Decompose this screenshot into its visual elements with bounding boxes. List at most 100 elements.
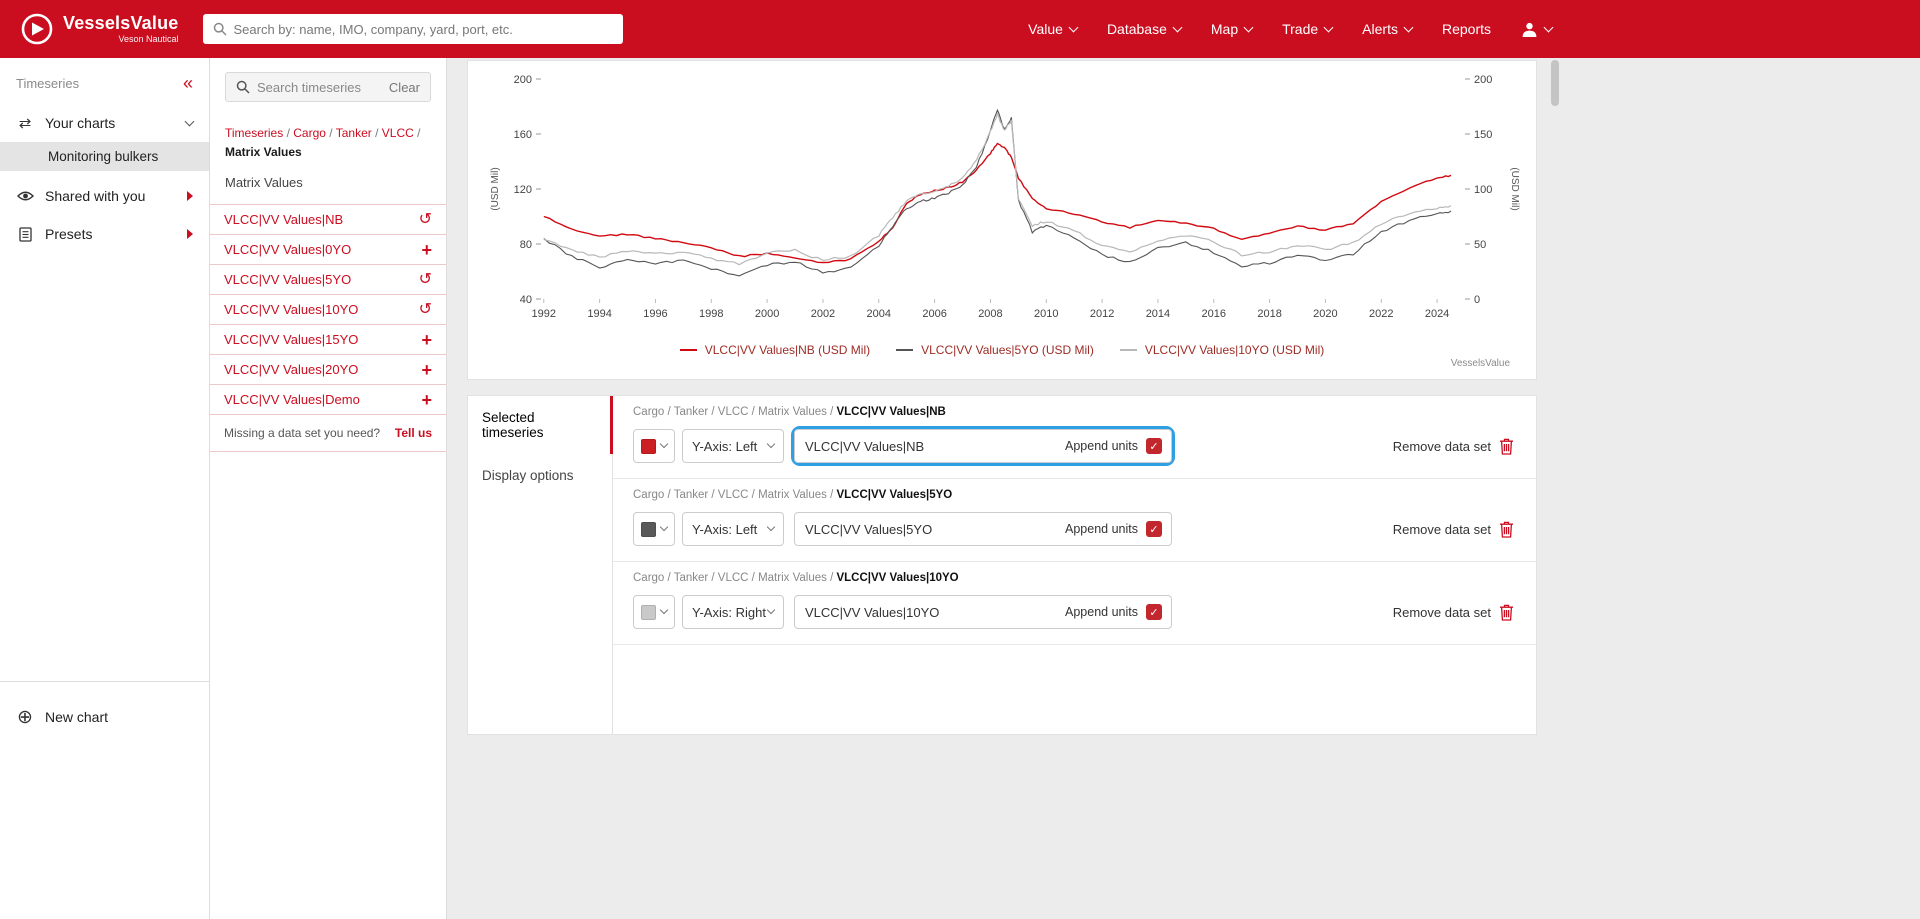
undo-icon[interactable]: ↺: [419, 211, 432, 228]
panel-tabs: Selected timeseries Display options: [468, 396, 613, 734]
append-units-checkbox[interactable]: ✓: [1146, 604, 1162, 620]
sidebar-item-your-charts[interactable]: ⇄ Your charts: [0, 104, 209, 142]
breadcrumb-link[interactable]: Cargo: [293, 126, 326, 140]
timeseries-item[interactable]: VLCC|VV Values|10YO ↺: [210, 295, 446, 325]
y-axis-select[interactable]: Y-Axis: Right: [682, 595, 784, 629]
color-swatch: [641, 521, 656, 537]
remove-dataset-button[interactable]: Remove data set: [1393, 521, 1514, 538]
legend-item[interactable]: VLCC|VV Values|10YO (USD Mil): [1119, 343, 1324, 357]
tell-us-link[interactable]: Tell us: [395, 426, 432, 440]
collapse-sidebar-icon[interactable]: «: [183, 74, 193, 92]
timeseries-search-input[interactable]: [257, 79, 382, 95]
search-icon: [213, 22, 227, 36]
append-units-label[interactable]: Append units: [1065, 605, 1138, 619]
add-icon[interactable]: +: [421, 241, 432, 259]
sidebar-item-shared-with-you[interactable]: Shared with you: [0, 177, 209, 215]
nav-item-reports[interactable]: Reports: [1442, 21, 1491, 37]
dataset-row: Cargo / Tanker / VLCC / Matrix Values / …: [613, 396, 1536, 479]
sidebar-item-presets[interactable]: Presets: [0, 215, 209, 253]
y-axis-select[interactable]: Y-Axis: Left: [682, 429, 784, 463]
add-icon[interactable]: +: [421, 361, 432, 379]
color-swatch: [641, 438, 656, 454]
chevron-down-icon: [184, 116, 195, 126]
legend-swatch: [679, 349, 697, 351]
append-units-label[interactable]: Append units: [1065, 522, 1138, 536]
breadcrumb-link[interactable]: VLCC: [382, 126, 414, 140]
chevron-down-icon: [659, 522, 669, 532]
dataset-name-input[interactable]: [795, 438, 1066, 454]
nav-item-alerts[interactable]: Alerts: [1362, 21, 1414, 37]
missing-dataset-note: Missing a data set you need? Tell us: [210, 415, 446, 452]
svg-text:1998: 1998: [699, 308, 723, 320]
nav-item-database[interactable]: Database: [1107, 21, 1183, 37]
tab-selected-timeseries[interactable]: Selected timeseries: [468, 396, 613, 454]
undo-icon[interactable]: ↺: [419, 301, 432, 318]
new-chart-button[interactable]: ⊕ New chart: [0, 698, 209, 736]
global-search-input[interactable]: [233, 21, 613, 37]
focus-ring: Append units ✓: [791, 426, 1175, 466]
trash-icon: [1500, 521, 1513, 538]
timeseries-item[interactable]: VLCC|VV Values|5YO ↺: [210, 265, 446, 295]
clear-search-button[interactable]: Clear: [389, 80, 420, 95]
append-units-checkbox[interactable]: ✓: [1146, 521, 1162, 537]
folder-matrix-values[interactable]: Matrix Values: [210, 167, 446, 204]
svg-text:160: 160: [514, 129, 532, 141]
legend-item[interactable]: VLCC|VV Values|5YO (USD Mil): [896, 343, 1094, 357]
chart-card: 40 80 120 160 200 0 50 100 150 200 1992 1994 1996 199…: [467, 60, 1537, 380]
append-units-checkbox[interactable]: ✓: [1146, 438, 1162, 454]
y-axis-select[interactable]: Y-Axis: Left: [682, 512, 784, 546]
breadcrumb: Timeseries / Cargo / Tanker / VLCC /: [225, 126, 421, 140]
svg-text:2016: 2016: [1202, 308, 1226, 320]
timeseries-item[interactable]: VLCC|VV Values|0YO +: [210, 235, 446, 265]
timeseries-search[interactable]: Clear: [225, 72, 431, 102]
content-scrollbar[interactable]: [1551, 60, 1559, 106]
dataset-name-input[interactable]: [795, 604, 1066, 620]
nav-item-value[interactable]: Value: [1028, 21, 1079, 37]
nav-item-trade[interactable]: Trade: [1282, 21, 1334, 37]
svg-text:2024: 2024: [1425, 308, 1449, 320]
breadcrumb-link[interactable]: Tanker: [336, 126, 372, 140]
breadcrumb-link[interactable]: Timeseries: [225, 126, 283, 140]
chart-item-monitoring-bulkers[interactable]: Monitoring bulkers: [0, 142, 209, 171]
sidebar-title: Timeseries: [16, 75, 80, 91]
svg-text:200: 200: [1474, 74, 1492, 86]
eye-icon: [16, 190, 34, 202]
brand-logo[interactable]: VesselsValue Veson Nautical: [20, 12, 179, 46]
legend-label: VLCC|VV Values|NB (USD Mil): [704, 343, 871, 357]
legend-item[interactable]: VLCC|VV Values|NB (USD Mil): [679, 343, 871, 357]
color-select[interactable]: [633, 595, 675, 629]
add-icon[interactable]: +: [421, 331, 432, 349]
append-units-label[interactable]: Append units: [1065, 439, 1138, 453]
svg-text:1996: 1996: [643, 308, 667, 320]
dataset-name-input[interactable]: [795, 521, 1066, 537]
color-select[interactable]: [633, 512, 675, 546]
timeseries-item[interactable]: VLCC|VV Values|NB ↺: [210, 205, 446, 235]
timeseries-item[interactable]: VLCC|VV Values|20YO +: [210, 355, 446, 385]
remove-dataset-button[interactable]: Remove data set: [1393, 604, 1514, 621]
swap-arrows-icon: ⇄: [18, 115, 32, 132]
color-select[interactable]: [633, 429, 675, 463]
legend-swatch: [896, 349, 914, 351]
remove-dataset-button[interactable]: Remove data set: [1393, 438, 1514, 455]
user-menu[interactable]: [1521, 21, 1554, 38]
undo-icon[interactable]: ↺: [419, 271, 432, 288]
timeseries-item[interactable]: VLCC|VV Values|15YO +: [210, 325, 446, 355]
chevron-down-icon: [659, 439, 669, 449]
arrow-right-icon: [187, 191, 193, 201]
trash-icon: [1500, 438, 1513, 455]
topbar: VesselsValue Veson Nautical Value Databa…: [0, 0, 1920, 58]
brand-subtitle: Veson Nautical: [118, 34, 179, 44]
chevron-down-icon: [1323, 22, 1334, 32]
global-search[interactable]: [202, 14, 623, 44]
dataset-breadcrumb: Cargo / Tanker / VLCC / Matrix Values / …: [633, 489, 953, 501]
timeseries-item[interactable]: VLCC|VV Values|Demo +: [210, 385, 446, 415]
svg-text:2020: 2020: [1313, 308, 1337, 320]
tab-display-options[interactable]: Display options: [468, 454, 612, 497]
dataset-row: Cargo / Tanker / VLCC / Matrix Values / …: [613, 479, 1536, 562]
chevron-down-icon: [1068, 22, 1079, 32]
timeseries-chart[interactable]: 40801201602000501001502001992 1994 1996 199…: [468, 61, 1538, 381]
svg-text:50: 50: [1474, 239, 1486, 251]
add-icon[interactable]: +: [421, 391, 432, 409]
svg-text:(USD Mil): (USD Mil): [490, 167, 501, 210]
nav-item-map[interactable]: Map: [1211, 21, 1254, 37]
